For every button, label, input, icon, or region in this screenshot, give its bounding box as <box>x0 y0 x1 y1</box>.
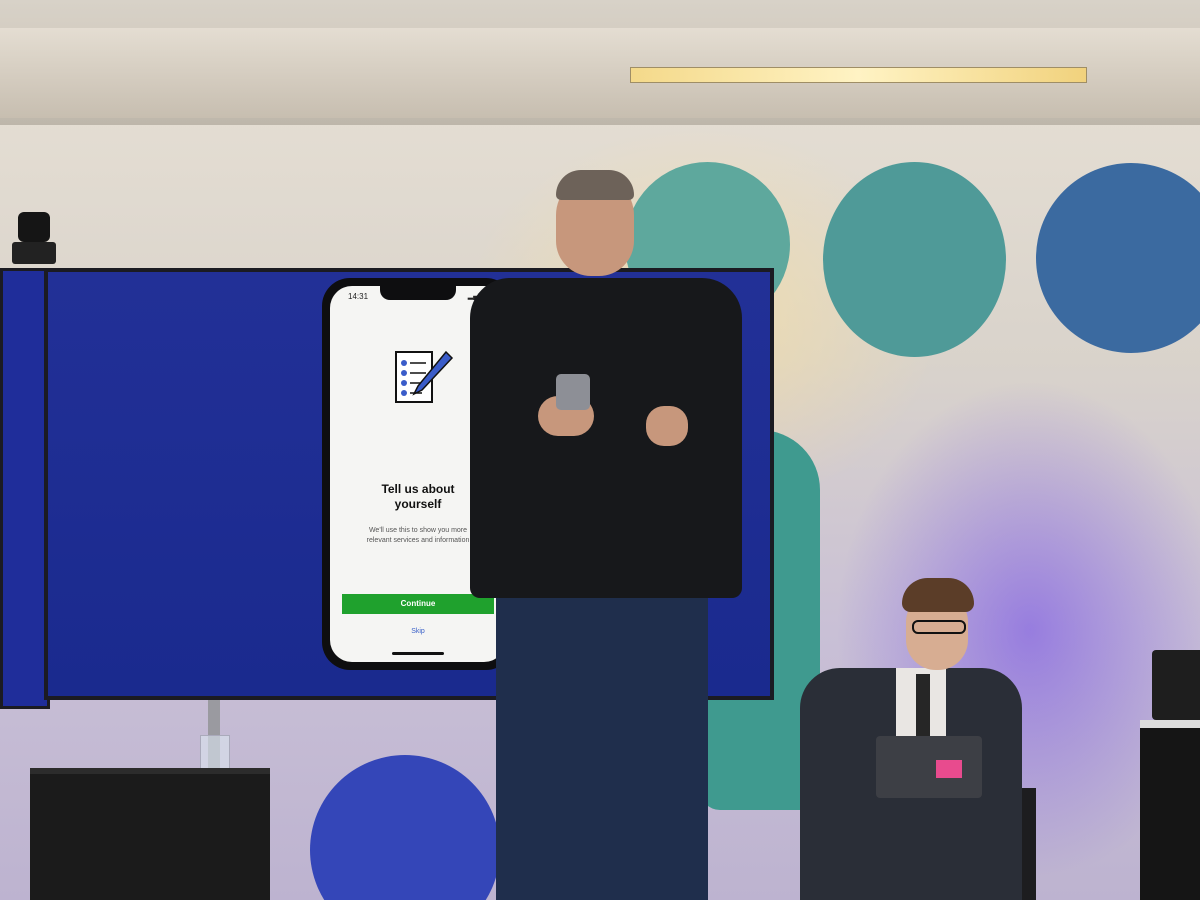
photo-scene: 14:31 ▂▄▆ ▭ Tell us about yourself We'll… <box>0 0 1200 900</box>
wall-circle-teal-large <box>823 162 1006 357</box>
phone-notch <box>380 286 456 300</box>
presenter <box>470 170 750 900</box>
laptop-right <box>1152 650 1200 720</box>
status-time: 14:31 <box>348 292 369 301</box>
glasses-icon <box>912 620 966 634</box>
seated-man-hair <box>902 578 974 612</box>
wall-circle-blue <box>1036 163 1200 353</box>
seated-man-tie <box>916 674 930 740</box>
presenter-hair <box>556 170 634 200</box>
screen-description: We'll use this to show you more relevant… <box>366 527 470 544</box>
seated-man-laptop <box>876 736 982 798</box>
presenter-phone <box>556 374 590 410</box>
black-cabinet <box>30 768 270 900</box>
lectern <box>1140 720 1200 900</box>
display-screen-left <box>0 268 50 709</box>
ceiling-light <box>630 67 1087 83</box>
presenter-jacket <box>470 278 742 598</box>
presenter-jeans <box>496 595 708 900</box>
seated-man <box>800 578 1045 900</box>
home-indicator <box>392 652 444 655</box>
presenter-hand-gesture <box>646 406 688 446</box>
camera-icon <box>12 212 56 266</box>
laptop-sticker <box>936 760 962 778</box>
checklist-pencil-icon <box>395 350 454 403</box>
